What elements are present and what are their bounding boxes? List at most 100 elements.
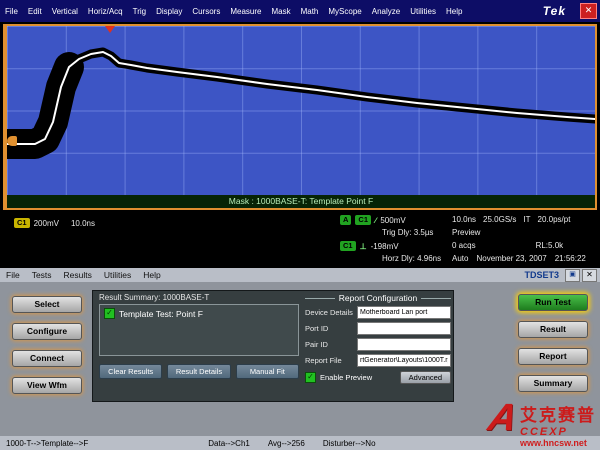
menu-item[interactable]: File	[0, 7, 23, 16]
report-field-input[interactable]	[357, 306, 451, 319]
trigger-position-icon[interactable]	[105, 26, 115, 33]
report-field-input[interactable]	[357, 354, 451, 367]
mask-label: Mask : 1000BASE-T: Template Point F	[7, 195, 595, 208]
report-field-input[interactable]	[357, 338, 451, 351]
result-summary: Result Summary: 1000BASE-T ✓ Template Te…	[99, 293, 299, 379]
screen: FileEditVerticalHoriz/AcqTrigDisplayCurs…	[0, 0, 600, 450]
readout-strip: C1 200mV 10.0ns A C1 ∕ 500mV Trig Dly: 3…	[0, 212, 600, 266]
resolution: 20.0ps/pt	[538, 215, 571, 224]
menu-item[interactable]: Measure	[225, 7, 266, 16]
app-menubar: FileTestsResultsUtilitiesHelp TDSET3 ▣ ✕	[0, 268, 600, 282]
menu-item[interactable]: Mask	[266, 7, 295, 16]
app-left-button[interactable]: Connect	[12, 350, 82, 367]
scope-menubar: FileEditVerticalHoriz/AcqTrigDisplayCurs…	[0, 0, 600, 22]
ch1-readout: C1 200mV 10.0ns	[14, 218, 95, 228]
horz-dly-value: Horz Dly: 4.96ns	[382, 254, 441, 263]
status-item: Avg-->256	[268, 439, 305, 448]
menu-item[interactable]: Cursors	[187, 7, 225, 16]
template-test-checkbox[interactable]: ✓	[104, 308, 115, 319]
trig-a-readout: A C1 ∕ 500mV	[340, 215, 406, 225]
app-window-icon[interactable]: ▣	[565, 269, 580, 282]
menu-item[interactable]: Display	[151, 7, 187, 16]
template-test-label: Template Test: Point F	[119, 309, 203, 319]
app-menu-item[interactable]: Results	[58, 270, 98, 280]
app-title: TDSET3	[524, 270, 559, 280]
scope-close-icon[interactable]: ✕	[580, 3, 597, 19]
app-right-button[interactable]: Report	[518, 348, 588, 365]
result-summary-title: Result Summary: 1000BASE-T	[99, 293, 299, 302]
report-config-title-text: Report Configuration	[339, 293, 417, 303]
horz-dly-readout: Horz Dly: 4.96ns	[382, 254, 441, 263]
tek-logo: Tek	[543, 4, 566, 18]
result-summary-button[interactable]: Manual Fit	[236, 364, 299, 379]
template-test-row[interactable]: ✓ Template Test: Point F	[104, 308, 294, 319]
enable-preview-row[interactable]: ✓ Enable Preview	[305, 372, 372, 383]
menu-item[interactable]: Utilities	[405, 7, 441, 16]
report-field-row: Device Details	[305, 306, 451, 319]
enable-preview-checkbox[interactable]: ✓	[305, 372, 316, 383]
menu-item[interactable]: Analyze	[367, 7, 405, 16]
channel-reference-icon	[7, 136, 17, 146]
menu-item[interactable]: Trig	[128, 7, 151, 16]
app-right-button[interactable]: Result	[518, 321, 588, 338]
app-menu-item[interactable]: File	[0, 270, 26, 280]
report-field-input[interactable]	[357, 322, 451, 335]
app-left-button[interactable]: View Wfm	[12, 377, 82, 394]
app-center-panel: Result Summary: 1000BASE-T ✓ Template Te…	[92, 290, 454, 402]
report-field-label: Device Details	[305, 308, 357, 317]
result-summary-button[interactable]: Result Details	[167, 364, 230, 379]
app-left-button[interactable]: Configure	[12, 323, 82, 340]
report-fields: Device Details Port ID Pair ID Report Fi…	[305, 306, 451, 367]
status-left: 1000-T-->Template-->F	[6, 439, 88, 448]
record-length: RL:5.0k	[536, 241, 564, 250]
app-left-button[interactable]: Select	[12, 296, 82, 313]
trig-b-badge: C1	[340, 241, 356, 251]
trig-mode: Auto	[452, 254, 468, 263]
advanced-button[interactable]: Advanced	[400, 371, 451, 384]
report-field-row: Pair ID	[305, 338, 451, 351]
trig-dly-value: Trig Dly: 3.5µs	[382, 228, 433, 237]
status-items: Data-->Ch1 Avg-->256 Disturber-->No	[208, 439, 375, 448]
acq-mode: IT	[523, 215, 530, 224]
status-item: Disturber-->No	[323, 439, 376, 448]
app-right-button[interactable]: Run Test	[518, 294, 588, 311]
result-summary-button[interactable]: Clear Results	[99, 364, 162, 379]
trig-b-level: -198mV	[371, 242, 399, 251]
app-statusbar: 1000-T-->Template-->F Data-->Ch1 Avg-->25…	[0, 436, 600, 450]
menu-item[interactable]: Edit	[23, 7, 47, 16]
trig-level-icon: ⊥	[360, 242, 367, 251]
report-config-bottom: ✓ Enable Preview Advanced	[305, 371, 451, 384]
report-field-label: Port ID	[305, 324, 357, 333]
app-menu-item[interactable]: Help	[137, 270, 166, 280]
app-close-icon[interactable]: ✕	[582, 269, 597, 282]
scope-menus: FileEditVerticalHoriz/AcqTrigDisplayCurs…	[0, 7, 467, 16]
menu-item[interactable]: Vertical	[47, 7, 83, 16]
menu-item[interactable]: Math	[296, 7, 324, 16]
menu-item[interactable]: Horiz/Acq	[83, 7, 128, 16]
sample-rate: 25.0GS/s	[483, 215, 516, 224]
status-item: Data-->Ch1	[208, 439, 250, 448]
tdiv: 10.0ns	[452, 215, 476, 224]
menu-item[interactable]: Help	[441, 7, 467, 16]
app-menu-item[interactable]: Utilities	[98, 270, 137, 280]
ch1-badge: C1	[14, 218, 30, 228]
report-field-label: Report File	[305, 356, 357, 365]
trig-slope-icon: ∕	[375, 216, 376, 225]
menu-item[interactable]: MyScope	[323, 7, 366, 16]
trig-a-source-badge: C1	[355, 215, 371, 225]
ch1-tdiv: 10.0ns	[71, 219, 95, 228]
app-right-buttons: Run Test Result Report Summary	[518, 294, 588, 392]
app-menus: FileTestsResultsUtilitiesHelp	[0, 270, 167, 280]
waveform-trace	[7, 26, 595, 195]
app-right-button[interactable]: Summary	[518, 375, 588, 392]
app-menu-item[interactable]: Tests	[26, 270, 58, 280]
date: November 23, 2007	[476, 254, 546, 263]
trig-a-badge: A	[340, 215, 351, 225]
preview-readout: Preview	[452, 228, 480, 237]
acqs-count: 0 acqs	[452, 241, 476, 250]
enable-preview-label: Enable Preview	[320, 373, 372, 382]
app-left-buttons: Select Configure Connect View Wfm	[12, 296, 82, 394]
horiz-readout: 10.0ns 25.0GS/s IT 20.0ps/pt	[452, 215, 570, 224]
trig-a-level: 500mV	[380, 216, 405, 225]
report-field-label: Pair ID	[305, 340, 357, 349]
